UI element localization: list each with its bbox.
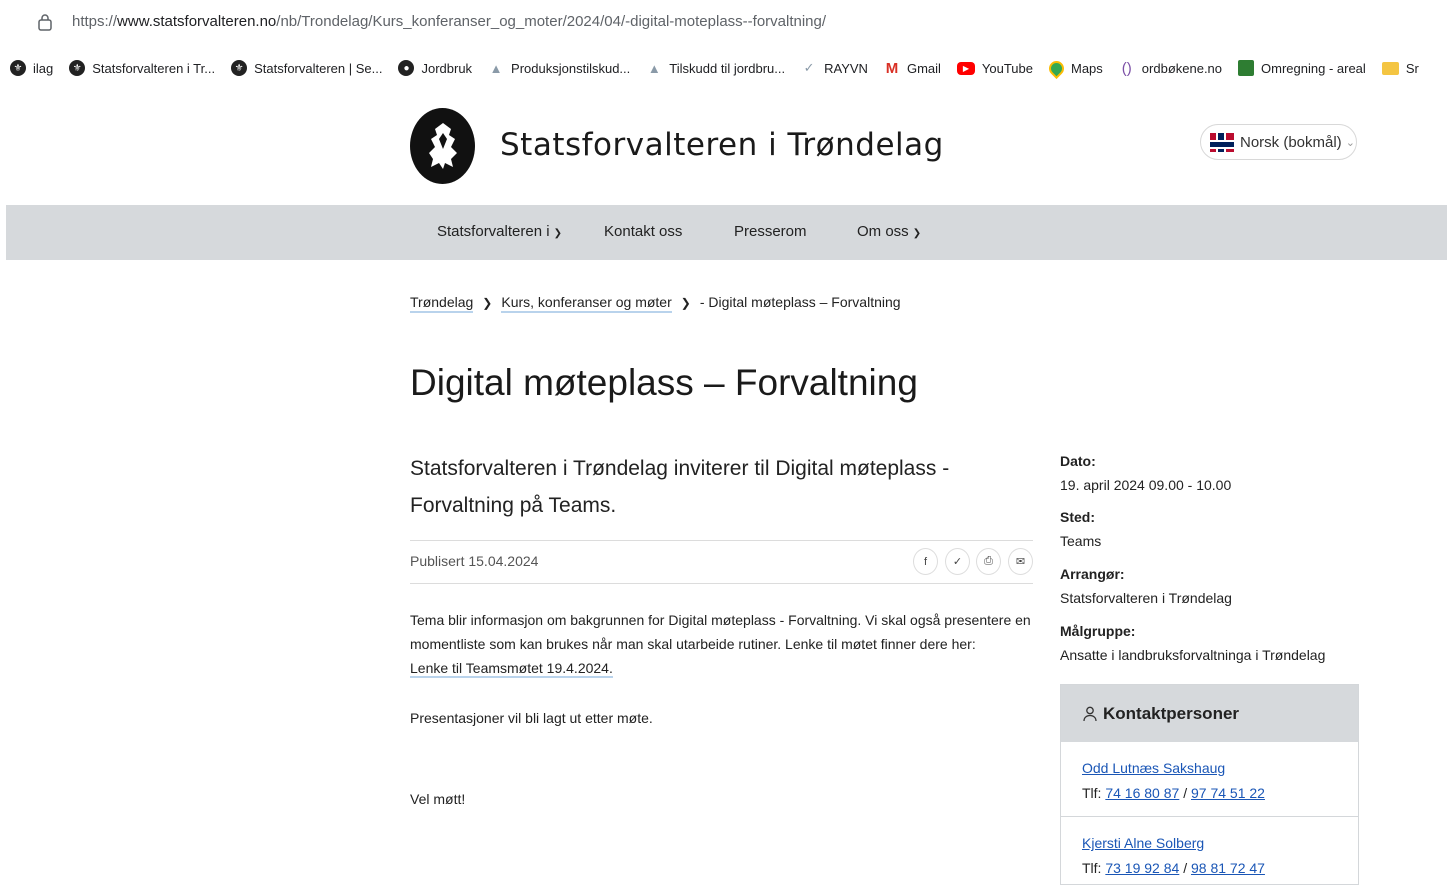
twitter-icon[interactable]: ✓: [945, 548, 970, 575]
nav-item-statsforvalteren[interactable]: Statsforvalteren i ❯: [437, 223, 562, 240]
print-icon[interactable]: ⎙: [976, 548, 1001, 575]
organizer-value: Statsforvalteren i Trøndelag: [1060, 590, 1232, 606]
bird-icon: ✓: [803, 60, 815, 75]
address-bar[interactable]: https://www.statsforvalteren.no/nb/Trond…: [0, 0, 1447, 46]
parenthesis-icon: (): [1121, 59, 1132, 77]
breadcrumb-current: - Digital møteplass – Forvaltning: [699, 294, 901, 310]
chevron-right-icon: ❯: [482, 296, 493, 310]
audience-value: Ansatte i landbruksforvaltninga i Trønde…: [1060, 647, 1326, 663]
tlf-label: Tlf:: [1082, 860, 1102, 876]
article-paragraph: Tema blir informasjon om bakgrunnen for …: [410, 612, 1031, 678]
bookmark-statsforvalteren-se[interactable]: ⚜ Statsforvalteren | Se...: [231, 60, 382, 76]
bookmarks-bar: ⚜ ilag ⚜ Statsforvalteren i Tr... ⚜ Statsfo…: [0, 52, 1447, 84]
phone-link[interactable]: 73 19 92 84: [1105, 860, 1179, 876]
site-title[interactable]: Statsforvalteren i Trøndelag: [500, 127, 944, 163]
lock-icon[interactable]: [38, 13, 52, 31]
bookmark-statsforvalteren-tr[interactable]: ⚜ Statsforvalteren i Tr...: [69, 60, 215, 76]
main-nav: Statsforvalteren i ❯ Kontakt oss Pressero…: [6, 205, 1447, 260]
phone-link[interactable]: 74 16 80 87: [1105, 785, 1179, 801]
site-logo[interactable]: [410, 108, 475, 184]
breadcrumb: Trøndelag ❯ Kurs, konferanser og møter ❯ - D…: [410, 294, 901, 313]
url-text[interactable]: https://www.statsforvalteren.no/nb/Trond…: [72, 13, 826, 30]
bookmark-tilskudd-jordbruk[interactable]: ▲ Tilskudd til jordbru...: [646, 60, 785, 76]
bookmark-produksjonstilskudd[interactable]: ▲ Produksjonstilskud...: [488, 60, 631, 76]
globe-icon: ●: [398, 60, 415, 76]
square-icon: [1238, 60, 1255, 76]
bookmark-rayvn[interactable]: ✓ RAYVN: [801, 60, 868, 76]
contact-name-link[interactable]: Kjersti Alne Solberg: [1082, 835, 1204, 851]
maps-icon: [1045, 57, 1068, 79]
audience-label: Målgruppe:: [1060, 623, 1136, 639]
bookmark-gmail[interactable]: M Gmail: [884, 59, 941, 77]
mountain-icon: ▲: [489, 60, 503, 76]
facebook-icon[interactable]: f: [913, 548, 938, 575]
contacts-title: Kontaktpersoner: [1103, 703, 1240, 723]
bookmark-youtube[interactable]: ▶ YouTube: [956, 61, 1033, 76]
bookmark-jordbruk[interactable]: ● Jordbruk: [398, 60, 472, 76]
place-label: Sted:: [1060, 509, 1095, 525]
chevron-down-icon: ⌄: [1345, 136, 1355, 149]
bookmark-folder[interactable]: Sr: [1381, 61, 1419, 76]
chevron-down-icon: ❯: [553, 228, 562, 239]
article-paragraph: Presentasjoner vil bli lagt ut etter møt…: [410, 710, 653, 726]
gmail-icon: M: [885, 59, 899, 77]
organizer-label: Arrangør:: [1060, 566, 1125, 582]
seal-icon: ⚜: [231, 60, 248, 76]
breadcrumb-trondelag[interactable]: Trøndelag: [410, 294, 474, 313]
date-value: 19. april 2024 09.00 - 10.00: [1060, 477, 1232, 493]
chevron-down-icon: ❯: [912, 228, 922, 239]
seal-icon: ⚜: [69, 60, 86, 76]
person-icon: [1083, 706, 1097, 721]
phone-link[interactable]: 98 81 72 47: [1191, 860, 1265, 876]
contact-person: Odd Lutnæs Sakshaug Tlf: 74 16 80 87 / 9…: [1061, 742, 1358, 817]
published-date: Publisert 15.04.2024: [410, 553, 539, 569]
nav-item-om-oss[interactable]: Om oss ❯: [857, 223, 921, 240]
seal-icon: ⚜: [10, 60, 26, 76]
nav-item-presserom[interactable]: Presserom: [734, 223, 807, 240]
phone-link[interactable]: 97 74 51 22: [1191, 785, 1265, 801]
lion-crest-icon: [428, 123, 457, 169]
article-meta: Publisert 15.04.2024 f ✓ ⎙ ✉: [410, 540, 1033, 584]
language-selector[interactable]: Norsk (bokmål) ⌄: [1200, 124, 1357, 160]
date-label: Dato:: [1060, 453, 1096, 469]
nav-item-kontakt-oss[interactable]: Kontakt oss: [604, 223, 682, 240]
chevron-right-icon: ❯: [680, 296, 691, 310]
folder-icon: [1381, 61, 1399, 75]
breadcrumb-kurs[interactable]: Kurs, konferanser og møter: [501, 294, 672, 313]
language-label: Norsk (bokmål): [1240, 133, 1342, 151]
bookmark-maps[interactable]: Maps: [1045, 57, 1103, 79]
contacts-box: Kontaktpersoner Odd Lutnæs Sakshaug Tlf:…: [1060, 684, 1359, 885]
article-paragraph: Vel møtt!: [410, 791, 466, 807]
article-lead: Statsforvalteren i Trøndelag inviterer t…: [410, 457, 950, 517]
youtube-icon: ▶: [956, 61, 975, 75]
place-value: Teams: [1060, 533, 1102, 549]
mountain-icon: ▲: [647, 60, 661, 76]
contact-name-link[interactable]: Odd Lutnæs Sakshaug: [1082, 760, 1225, 776]
bookmark-ilag[interactable]: ⚜ ilag: [10, 60, 53, 76]
tlf-label: Tlf:: [1082, 785, 1102, 801]
teams-meeting-link[interactable]: Lenke til Teamsmøtet 19.4.2024.: [410, 660, 613, 678]
bookmark-omregning-areal[interactable]: Omregning - areal: [1238, 60, 1366, 76]
norway-flag-icon: [1210, 132, 1234, 152]
page-title: Digital møteplass – Forvaltning: [410, 362, 918, 403]
contacts-header: Kontaktpersoner: [1061, 685, 1358, 742]
contact-person: Kjersti Alne Solberg Tlf: 73 19 92 84 / …: [1082, 835, 1265, 876]
email-icon[interactable]: ✉: [1008, 548, 1033, 575]
bookmark-ordbokene[interactable]: () ordbøkene.no: [1119, 59, 1222, 77]
